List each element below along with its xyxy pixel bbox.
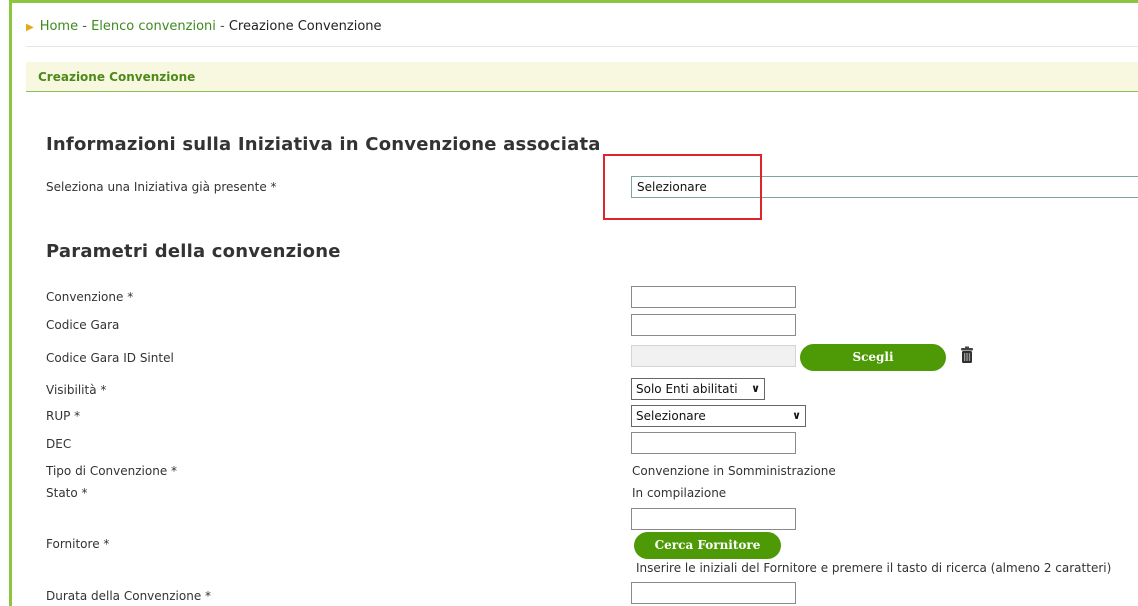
stato-label: Stato * [46, 486, 88, 500]
dec-input[interactable] [631, 432, 796, 454]
fornitore-input[interactable] [631, 508, 796, 530]
section-header-bar: Creazione Convenzione [26, 62, 1138, 92]
codice-gara-sintel-input [631, 345, 796, 367]
codice-gara-input[interactable] [631, 314, 796, 336]
breadcrumb-list-link[interactable]: Elenco convenzioni [91, 19, 216, 34]
breadcrumb-home-link[interactable]: Home [40, 19, 78, 34]
initiative-label: Seleziona una Iniziativa già presente * [46, 180, 277, 194]
section-title: Creazione Convenzione [38, 70, 196, 84]
highlight-box [603, 154, 762, 220]
breadcrumb-separator: - [215, 19, 229, 34]
dec-label: DEC [46, 437, 72, 451]
breadcrumb-divider [26, 46, 1138, 47]
durata-input[interactable] [631, 582, 796, 604]
codice-gara-label: Codice Gara [46, 318, 120, 332]
visibilita-select[interactable]: Solo Enti abilitati ∨ [631, 378, 765, 400]
params-heading: Parametri della convenzione [46, 241, 341, 262]
rup-value: Selezionare [636, 409, 706, 423]
trash-icon[interactable] [960, 346, 974, 364]
visibilita-label: Visibilità * [46, 383, 107, 397]
tipo-convenzione-value: Convenzione in Somministrazione [632, 464, 836, 478]
convenzione-input[interactable] [631, 286, 796, 308]
visibilita-value: Solo Enti abilitati [636, 382, 738, 396]
codice-gara-sintel-label: Codice Gara ID Sintel [46, 351, 174, 365]
triangle-right-icon: ▶ [26, 22, 34, 33]
rup-label: RUP * [46, 409, 81, 423]
tipo-convenzione-label: Tipo di Convenzione * [46, 464, 178, 478]
convenzione-label: Convenzione * [46, 290, 134, 304]
scegli-button[interactable]: Scegli [800, 344, 946, 371]
breadcrumb-current: Creazione Convenzione [228, 19, 382, 34]
durata-label: Durata della Convenzione * [46, 589, 212, 603]
fornitore-label: Fornitore * [46, 537, 110, 551]
rup-select[interactable]: Selezionare ∨ [631, 405, 806, 427]
chevron-down-icon: ∨ [751, 382, 760, 395]
chevron-down-icon: ∨ [792, 409, 801, 422]
initiative-heading: Informazioni sulla Iniziativa in Convenz… [46, 134, 601, 155]
cerca-fornitore-button[interactable]: Cerca Fornitore [634, 532, 781, 559]
frame-left-border [9, 0, 12, 606]
fornitore-hint: Inserire le iniziali del Fornitore e pre… [636, 561, 1112, 575]
breadcrumb-separator: - [78, 19, 92, 34]
breadcrumb: ▶ Home - Elenco convenzioni - Creazione C… [26, 19, 382, 34]
frame-top-border [9, 0, 1138, 3]
stato-value: In compilazione [632, 486, 727, 500]
